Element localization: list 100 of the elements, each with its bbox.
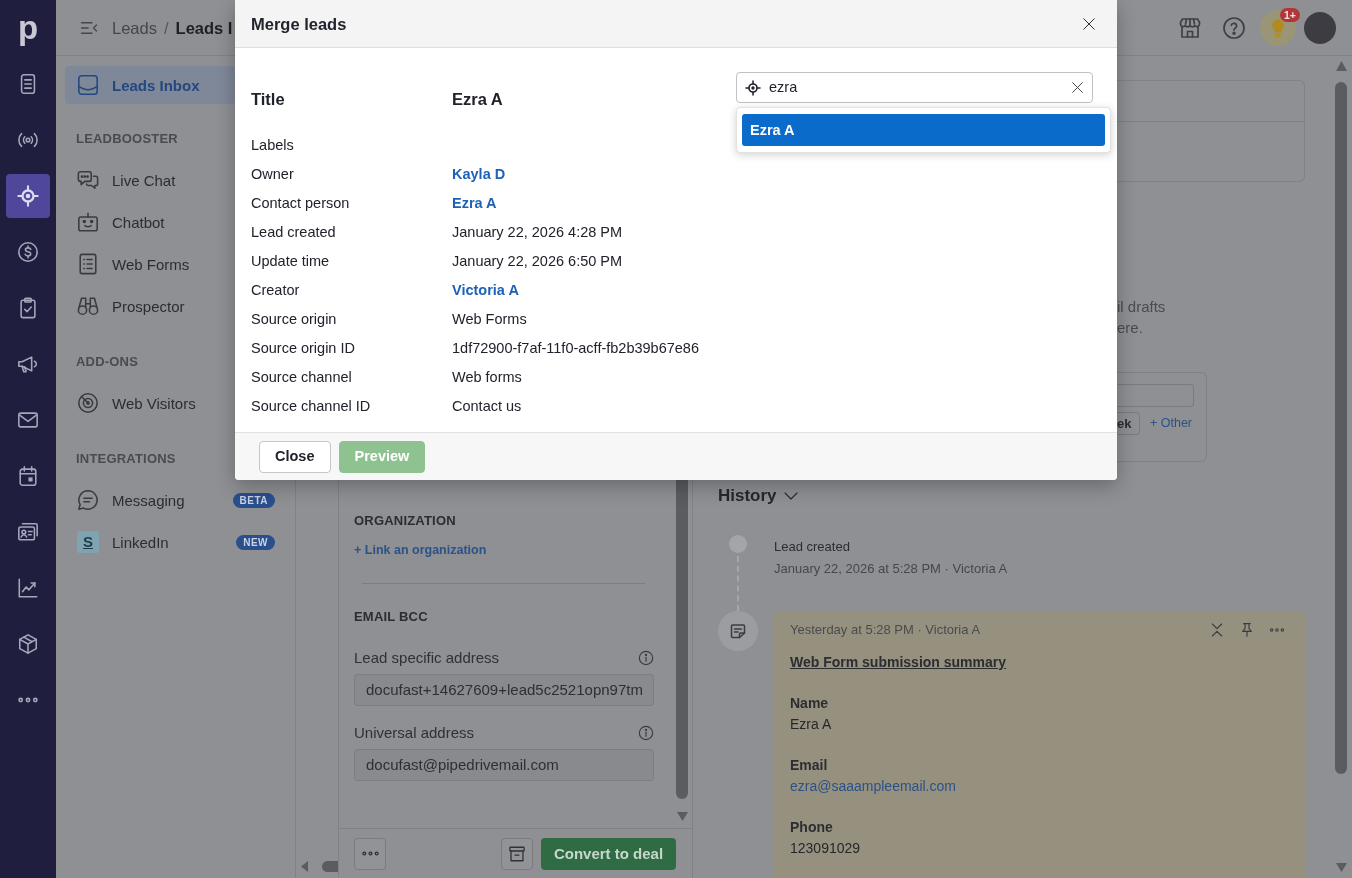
note-field-label: Phone bbox=[790, 818, 833, 837]
more-icon bbox=[361, 851, 379, 856]
note-field-value: Ezra A bbox=[790, 715, 832, 734]
speech-bubble-icon bbox=[77, 489, 99, 511]
row-label: Source channel ID bbox=[251, 396, 372, 416]
calendar-icon[interactable] bbox=[17, 465, 39, 487]
section-heading: ORGANIZATION bbox=[354, 512, 456, 530]
info-icon[interactable] bbox=[638, 649, 654, 666]
help-icon[interactable] bbox=[1222, 15, 1246, 40]
event-meta: January 22, 2026 at 5:28 PM · Victoria A bbox=[774, 560, 1008, 578]
address-field[interactable]: docufast@pipedrivemail.com bbox=[354, 748, 654, 781]
section-heading: LEADBOOSTER bbox=[76, 130, 178, 148]
description-text: ere. bbox=[1117, 318, 1143, 338]
sidebar-item-label: Prospector bbox=[112, 296, 185, 317]
collapse-icon[interactable] bbox=[1209, 622, 1225, 638]
row-value: Web forms bbox=[452, 367, 522, 387]
history-heading[interactable]: History bbox=[718, 484, 777, 508]
status-badge: NEW bbox=[236, 534, 275, 550]
row-value: January 22, 2026 4:28 PM bbox=[452, 222, 623, 242]
scrollbar-thumb[interactable] bbox=[1335, 82, 1347, 774]
breadcrumb-link[interactable]: Leads bbox=[112, 15, 157, 40]
search-result-option[interactable]: Ezra A bbox=[742, 114, 1105, 146]
sidebar-item[interactable]: Messaging BETA bbox=[65, 479, 286, 521]
breadcrumb-current: Leads I bbox=[175, 17, 233, 39]
target-icon bbox=[745, 79, 761, 96]
sidebar-item[interactable]: S LinkedIn NEW bbox=[65, 521, 286, 563]
sidebar-item[interactable]: Chatbot bbox=[65, 201, 235, 243]
clear-icon[interactable] bbox=[1071, 81, 1084, 94]
row-label: Creator bbox=[251, 280, 301, 300]
status-badge: BETA bbox=[232, 492, 275, 508]
notification-badge: 1+ bbox=[1280, 7, 1300, 22]
row-label: Source origin bbox=[251, 309, 338, 329]
row-label: Labels bbox=[251, 135, 295, 155]
sidebar-item[interactable]: Leads Inbox bbox=[65, 66, 235, 104]
scrollbar-thumb[interactable] bbox=[322, 861, 338, 872]
mail-icon[interactable] bbox=[17, 409, 39, 431]
list-form-icon bbox=[77, 253, 99, 275]
note-field-label: Name bbox=[790, 694, 829, 713]
archive-button[interactable] bbox=[501, 837, 533, 870]
target-icon[interactable] bbox=[17, 185, 39, 207]
contact-card-icon[interactable] bbox=[17, 521, 39, 543]
robot-face-icon bbox=[77, 211, 99, 233]
nav-button[interactable] bbox=[6, 174, 50, 218]
sidebar-item[interactable]: Web Forms bbox=[65, 243, 235, 285]
address-field[interactable]: docufast+14627609+lead5c2521opn97tm bbox=[354, 673, 654, 706]
megaphone-icon[interactable] bbox=[17, 353, 39, 375]
sidebar-item-label: Live Chat bbox=[112, 170, 176, 191]
close-button[interactable]: Close bbox=[259, 440, 331, 473]
section-heading: INTEGRATIONS bbox=[76, 450, 176, 468]
inbox-icon bbox=[77, 74, 99, 96]
value-link[interactable]: Ezra A bbox=[452, 192, 497, 213]
dollar-icon[interactable] bbox=[17, 241, 39, 263]
row-label: Title bbox=[251, 89, 286, 109]
target-rings-icon bbox=[77, 392, 99, 414]
value-link[interactable]: Kayla D bbox=[452, 163, 506, 184]
section-heading: EMAIL BCC bbox=[354, 607, 428, 626]
clipboard-check-icon[interactable] bbox=[17, 297, 39, 319]
link-organization-link[interactable]: + Link an organization bbox=[354, 541, 487, 559]
value-link[interactable]: Victoria A bbox=[452, 279, 519, 300]
line-chart-icon[interactable] bbox=[17, 577, 39, 599]
info-icon[interactable] bbox=[638, 724, 654, 741]
row-label: Source channel bbox=[251, 367, 353, 387]
title-value: Ezra A bbox=[452, 89, 503, 109]
box-icon[interactable] bbox=[17, 633, 39, 655]
field-label: Lead specific address bbox=[354, 647, 500, 668]
other-option-link[interactable]: + Other bbox=[1150, 414, 1193, 433]
sidebar-item-label: Web Forms bbox=[112, 254, 190, 275]
search-field[interactable]: ezra bbox=[736, 72, 1093, 103]
row-value: Web Forms bbox=[452, 309, 527, 329]
sidebar-item[interactable]: Prospector bbox=[65, 285, 235, 327]
breadcrumb-separator: / bbox=[163, 17, 169, 39]
sidebar-item[interactable]: Web Visitors bbox=[65, 382, 235, 424]
archive-icon bbox=[508, 844, 526, 863]
scrollbar-thumb[interactable] bbox=[676, 479, 688, 799]
note-icon bbox=[718, 611, 758, 651]
logo-text[interactable]: p bbox=[17, 10, 39, 46]
event-title: Lead created bbox=[774, 538, 851, 556]
row-label: Lead created bbox=[251, 222, 337, 242]
pin-icon[interactable] bbox=[1239, 622, 1255, 638]
row-label: Source origin ID bbox=[251, 338, 356, 358]
avatar-placeholder[interactable] bbox=[1304, 11, 1336, 44]
chat-bubbles-icon bbox=[77, 169, 99, 191]
binoculars-icon bbox=[77, 295, 99, 317]
row-value: January 22, 2026 6:50 PM bbox=[452, 251, 623, 271]
row-value: 1df72900-f7af-11f0-acff-fb2b39b67e86 bbox=[452, 338, 699, 358]
sidebar-item-label: LinkedIn bbox=[112, 532, 169, 553]
app-logo-tile: S bbox=[77, 531, 99, 553]
sidebar-item-label: Web Visitors bbox=[112, 393, 196, 414]
close-icon[interactable] bbox=[1082, 16, 1096, 31]
sidebar-item[interactable]: Live Chat bbox=[65, 159, 235, 201]
sidebar-item-label: Leads Inbox bbox=[112, 75, 200, 96]
convert-to-deal-button[interactable]: Convert to deal bbox=[541, 837, 676, 870]
email-link[interactable]: ezra@saaampleemail.com bbox=[790, 776, 956, 797]
row-label: Contact person bbox=[251, 193, 351, 213]
more-button[interactable] bbox=[354, 837, 386, 870]
store-icon[interactable] bbox=[1178, 15, 1202, 40]
row-label: Owner bbox=[251, 164, 295, 184]
note-field-value: 123091029 bbox=[790, 839, 861, 858]
description-text: il drafts bbox=[1117, 297, 1166, 317]
row-value: Contact us bbox=[452, 396, 522, 416]
